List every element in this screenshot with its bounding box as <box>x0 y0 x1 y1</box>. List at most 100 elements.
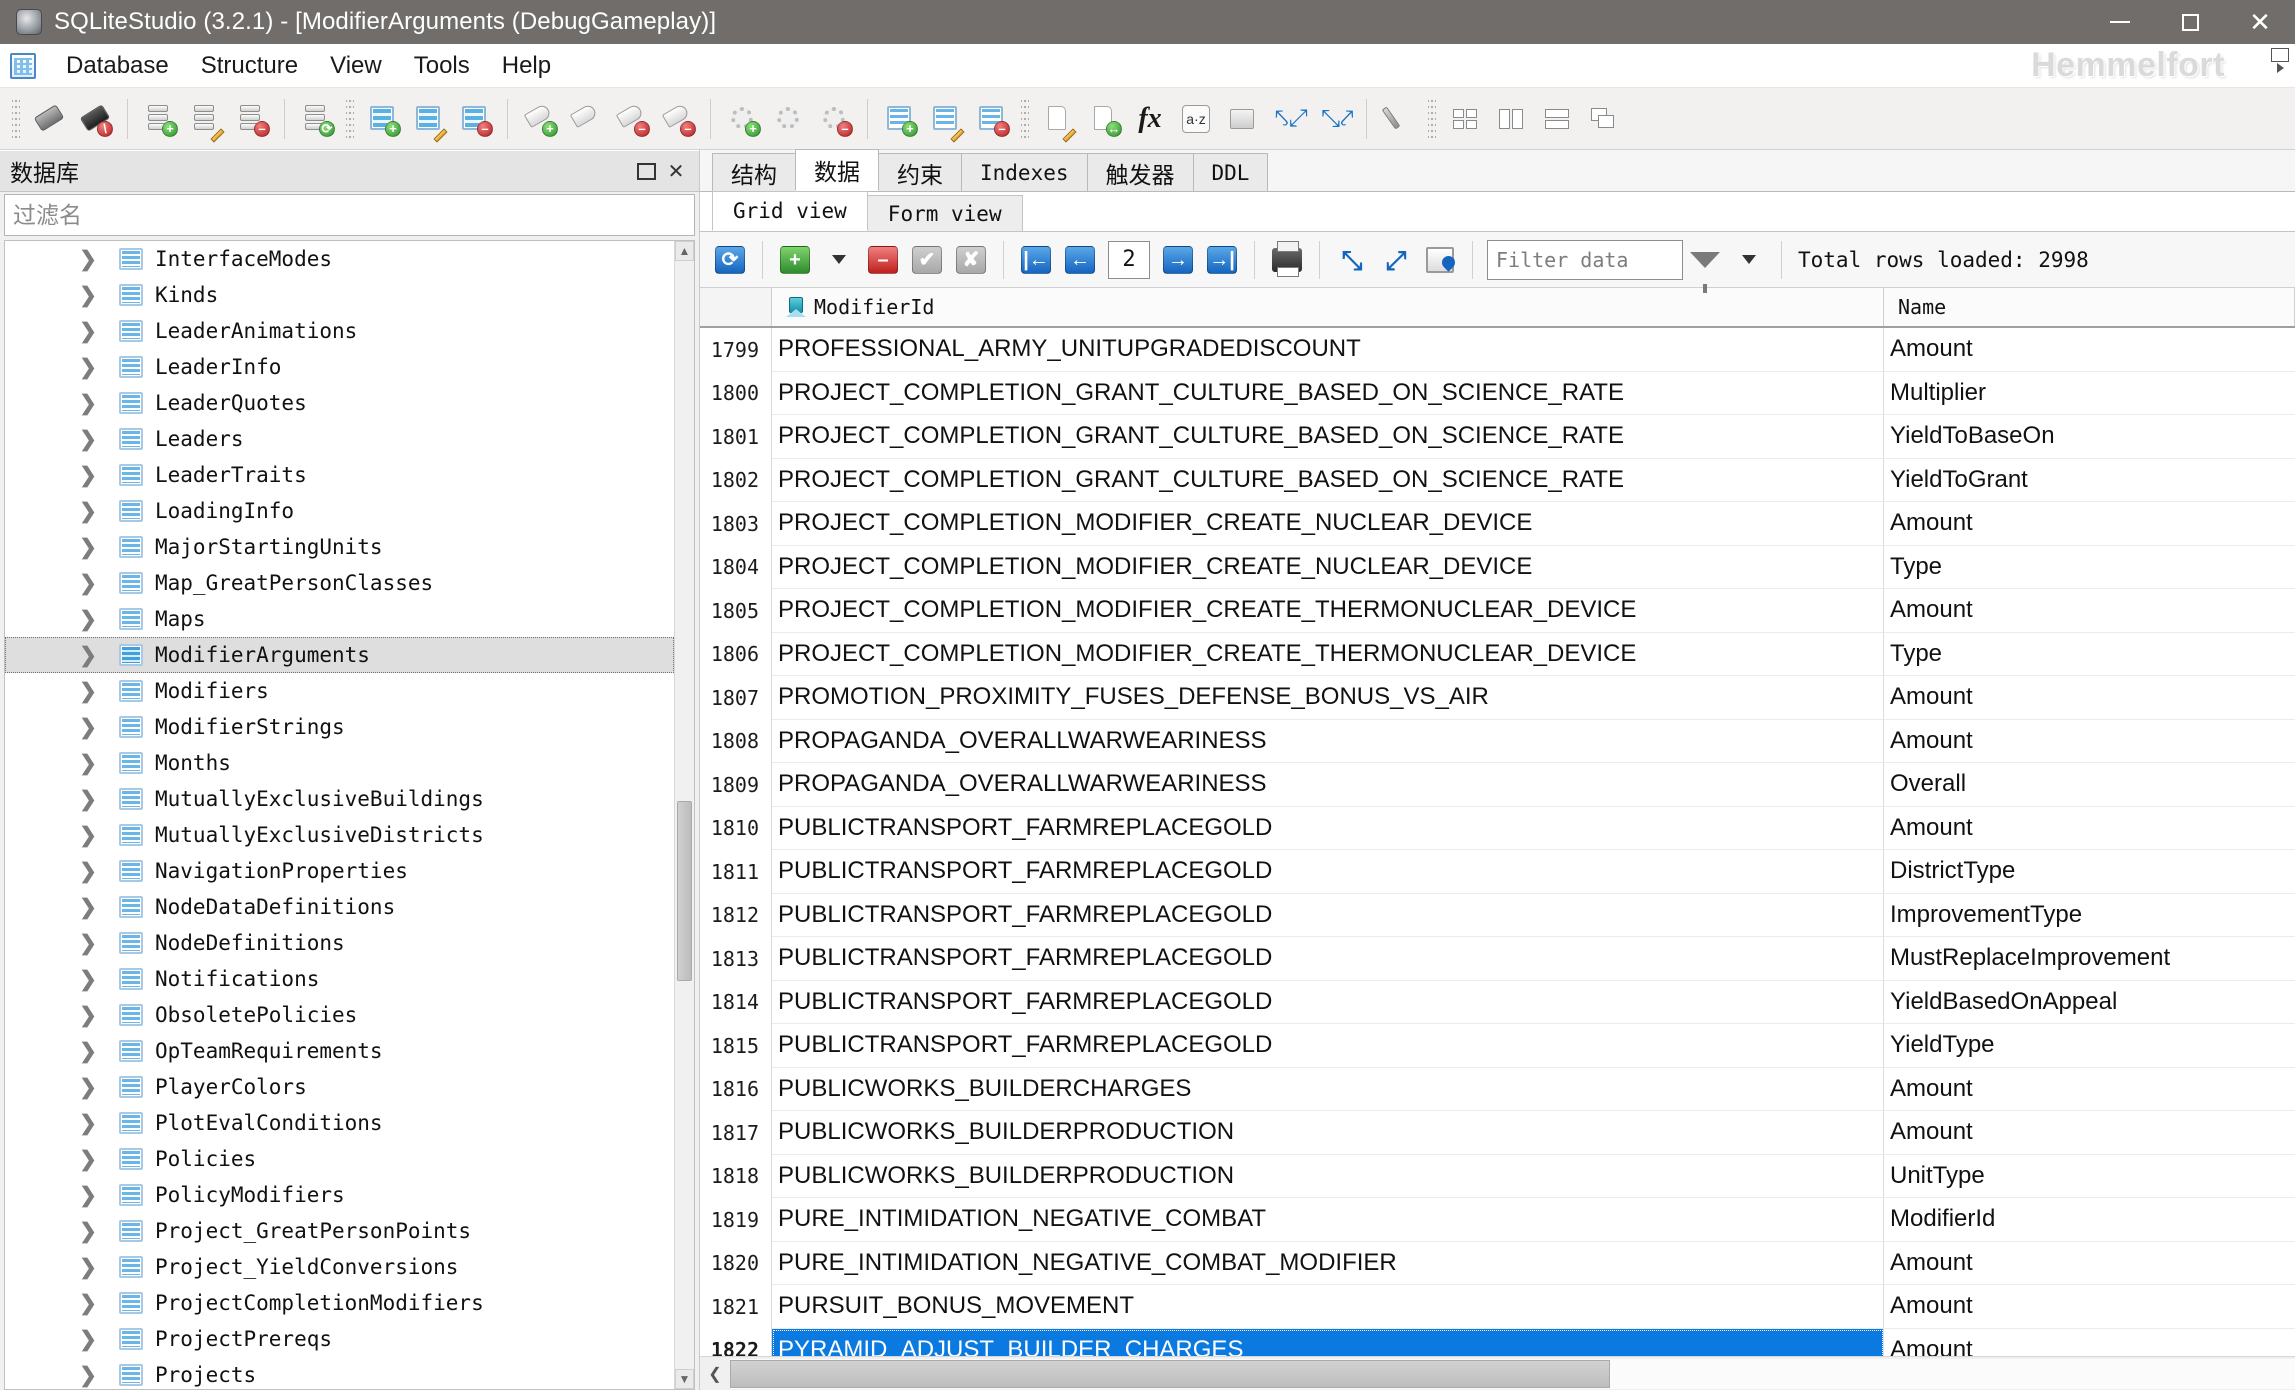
mdi-restore-icon[interactable] <box>2271 48 2289 62</box>
cell-name[interactable]: Amount <box>1884 720 2295 763</box>
chevron-right-icon[interactable]: ❯ <box>79 1003 97 1028</box>
toolbar-grip[interactable] <box>1428 96 1436 141</box>
previous-page-icon[interactable]: ← <box>1058 238 1102 282</box>
table-row[interactable]: 1806 PROJECT_COMPLETION_MODIFIER_CREATE_T… <box>700 632 2295 676</box>
table-row[interactable]: 1822 PYRAMID_ADJUST_BUILDER_CHARGES Amount <box>700 1328 2295 1356</box>
chevron-right-icon[interactable]: ❯ <box>79 283 97 308</box>
filter-name-container[interactable] <box>4 194 695 236</box>
chevron-right-icon[interactable]: ❯ <box>79 247 97 272</box>
scroll-left-icon[interactable]: ❮ <box>700 1358 730 1390</box>
chevron-right-icon[interactable]: ❯ <box>79 355 97 380</box>
add-database-icon[interactable]: + <box>137 96 183 142</box>
collapse-all-icon[interactable]: ⤣⤢ <box>1265 96 1311 142</box>
cell-name[interactable]: ImprovementType <box>1884 894 2295 937</box>
chevron-right-icon[interactable]: ❯ <box>79 1363 97 1388</box>
chevron-right-icon[interactable]: ❯ <box>79 1183 97 1208</box>
chevron-right-icon[interactable]: ❯ <box>79 1291 97 1316</box>
restore-panel-icon[interactable] <box>631 156 661 186</box>
menu-database[interactable]: Database <box>50 50 185 82</box>
cell-modifierid[interactable]: PUBLICTRANSPORT_FARMREPLACEGOLD <box>772 937 1884 981</box>
cell-name[interactable]: YieldBasedOnAppeal <box>1884 981 2295 1024</box>
chevron-right-icon[interactable]: ❯ <box>79 463 97 488</box>
table-row[interactable]: 1807 PROMOTION_PROXIMITY_FUSES_DEFENSE_BO… <box>700 676 2295 720</box>
delete-view-icon[interactable]: – <box>969 96 1015 142</box>
toolbar-grip[interactable] <box>346 96 354 141</box>
column-header-modifierid[interactable]: ModifierId <box>772 288 1884 326</box>
menu-tools[interactable]: Tools <box>398 50 486 82</box>
insert-row-dropdown-icon[interactable] <box>817 238 861 282</box>
sidebar-item-nodedefinitions[interactable]: ❯ NodeDefinitions <box>5 925 674 961</box>
delete-index-icon[interactable]: – <box>609 96 655 142</box>
column-header-name[interactable]: Name <box>1884 288 2295 326</box>
cell-modifierid[interactable]: PROJECT_COMPLETION_MODIFIER_CREATE_THERM… <box>772 632 1884 676</box>
menu-structure[interactable]: Structure <box>185 50 314 82</box>
cell-name[interactable]: ModifierId <box>1884 1198 2295 1242</box>
sidebar-item-mutuallyexclusivebuildings[interactable]: ❯ MutuallyExclusiveBuildings <box>5 781 674 817</box>
cell-modifierid[interactable]: PUBLICTRANSPORT_FARMREPLACEGOLD <box>772 850 1884 894</box>
chevron-right-icon[interactable]: ❯ <box>79 571 97 596</box>
cell-name[interactable]: Overall <box>1884 763 2295 807</box>
cell-name[interactable]: Amount <box>1884 1068 2295 1111</box>
chevron-right-icon[interactable]: ❯ <box>79 1111 97 1136</box>
cell-modifierid[interactable]: PROJECT_COMPLETION_GRANT_CULTURE_BASED_O… <box>772 371 1884 415</box>
insert-row-icon[interactable]: + <box>773 238 817 282</box>
chevron-right-icon[interactable]: ❯ <box>79 1255 97 1280</box>
custom-sql-functions-icon[interactable]: fx <box>1127 96 1173 142</box>
tree-scroll-down-button[interactable]: ▼ <box>675 1369 694 1389</box>
chevron-right-icon[interactable]: ❯ <box>79 391 97 416</box>
table-row[interactable]: 1816 PUBLICWORKS_BUILDERCHARGES Amount <box>700 1067 2295 1111</box>
table-row[interactable]: 1803 PROJECT_COMPLETION_MODIFIER_CREATE_N… <box>700 502 2295 546</box>
sidebar-item-policymodifiers[interactable]: ❯ PolicyModifiers <box>5 1177 674 1213</box>
cell-name[interactable]: Multiplier <box>1884 372 2295 415</box>
chevron-right-icon[interactable]: ❯ <box>79 607 97 632</box>
chevron-right-icon[interactable]: ❯ <box>79 967 97 992</box>
sidebar-item-navigationproperties[interactable]: ❯ NavigationProperties <box>5 853 674 889</box>
grid-horizontal-scrollbar[interactable]: ❮ <box>700 1356 2295 1390</box>
cell-name[interactable]: Amount <box>1884 502 2295 546</box>
sidebar-item-obsoletepolicies[interactable]: ❯ ObsoletePolicies <box>5 997 674 1033</box>
minimize-button[interactable] <box>2085 0 2155 44</box>
table-row[interactable]: 1820 PURE_INTIMIDATION_NEGATIVE_COMBAT_MO… <box>700 1241 2295 1285</box>
format-cell-icon[interactable] <box>1418 238 1462 282</box>
last-page-icon[interactable]: →| <box>1200 238 1244 282</box>
sidebar-item-leadertraits[interactable]: ❯ LeaderTraits <box>5 457 674 493</box>
cell-modifierid[interactable]: PUBLICWORKS_BUILDERPRODUCTION <box>772 1154 1884 1198</box>
open-configuration-icon[interactable] <box>1376 96 1422 142</box>
table-row[interactable]: 1799 PROFESSIONAL_ARMY_UNITUPGRADEDISCOUN… <box>700 328 2295 372</box>
table-row[interactable]: 1801 PROJECT_COMPLETION_GRANT_CULTURE_BAS… <box>700 415 2295 459</box>
chevron-right-icon[interactable]: ❯ <box>79 499 97 524</box>
cell-name[interactable]: Amount <box>1884 807 2295 850</box>
cascade-windows-icon[interactable] <box>1580 96 1626 142</box>
cell-name[interactable]: MustReplaceImprovement <box>1884 937 2295 981</box>
close-button[interactable]: ✕ <box>2225 0 2295 44</box>
import-export-icon[interactable]: ↔ <box>1081 96 1127 142</box>
subtab-form-view[interactable]: Form view <box>866 195 1023 231</box>
sidebar-item-map_greatpersonclasses[interactable]: ❯ Map_GreatPersonClasses <box>5 565 674 601</box>
create-index-icon[interactable]: + <box>517 96 563 142</box>
table-row[interactable]: 1821 PURSUIT_BONUS_MOVEMENT Amount <box>700 1285 2295 1329</box>
sidebar-item-months[interactable]: ❯ Months <box>5 745 674 781</box>
chevron-right-icon[interactable]: ❯ <box>79 1039 97 1064</box>
tile-vertical-icon[interactable] <box>1488 96 1534 142</box>
collapse-cells-icon[interactable]: ⤡ <box>1330 238 1374 282</box>
cell-modifierid[interactable]: PURSUIT_BONUS_MOVEMENT <box>772 1285 1884 1329</box>
delete-trigger-icon[interactable]: – <box>812 96 858 142</box>
edit-index2-icon[interactable]: – <box>655 96 701 142</box>
cell-modifierid[interactable]: PUBLICWORKS_BUILDERPRODUCTION <box>772 1111 1884 1155</box>
toolbar-grip[interactable] <box>12 96 20 141</box>
chevron-right-icon[interactable]: ❯ <box>79 787 97 812</box>
table-row[interactable]: 1815 PUBLICTRANSPORT_FARMREPLACEGOLD Yield… <box>700 1024 2295 1068</box>
sidebar-item-project_yieldconversions[interactable]: ❯ Project_YieldConversions <box>5 1249 674 1285</box>
table-row[interactable]: 1802 PROJECT_COMPLETION_GRANT_CULTURE_BAS… <box>700 458 2295 502</box>
tab-data[interactable]: 数据 <box>795 149 879 191</box>
sidebar-item-nodedatadefinitions[interactable]: ❯ NodeDataDefinitions <box>5 889 674 925</box>
open-sql-editor-icon[interactable] <box>1035 96 1081 143</box>
edit-trigger-icon[interactable] <box>766 96 812 142</box>
sidebar-item-project_greatpersonpoints[interactable]: ❯ Project_GreatPersonPoints <box>5 1213 674 1249</box>
tab-structure[interactable]: 结构 <box>712 153 796 191</box>
delete-table-icon[interactable]: – <box>452 96 498 142</box>
sidebar-item-plotevalconditions[interactable]: ❯ PlotEvalConditions <box>5 1105 674 1141</box>
chevron-right-icon[interactable]: ❯ <box>79 427 97 452</box>
cell-modifierid[interactable]: PYRAMID_ADJUST_BUILDER_CHARGES <box>772 1328 1884 1356</box>
filter-name-input[interactable] <box>13 201 686 229</box>
